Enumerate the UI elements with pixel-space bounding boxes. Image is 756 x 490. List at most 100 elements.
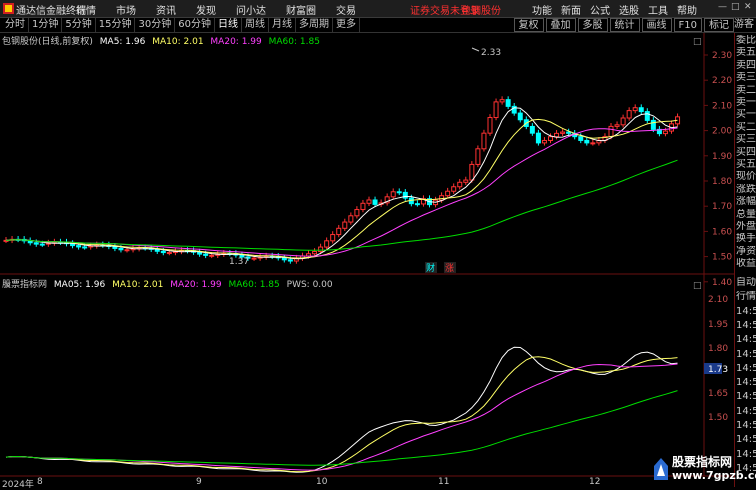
quote-field-0: 委比: [736, 35, 756, 46]
price-tick: 2.10: [712, 101, 732, 111]
tick-time-9: 14:50: [736, 405, 756, 417]
menu-item-0[interactable]: 行情: [76, 2, 96, 17]
minimize-icon[interactable]: —: [718, 3, 727, 12]
menu-item-5[interactable]: 财富圈: [286, 2, 316, 17]
candle-body: [662, 130, 668, 135]
ma-lines-layer: [5, 107, 678, 260]
quote-field-5: 卖一: [736, 97, 756, 108]
period-toolbar: 分时 1分钟 5分钟 15分钟 30分钟 60分钟 日线 周线 月线 多周期 更多 复权 叠加 多股 统计…: [0, 18, 756, 33]
period-tab-0[interactable]: 分时: [2, 18, 29, 32]
user-label[interactable]: 游客: [734, 18, 754, 32]
candle-body: [402, 191, 408, 199]
candle-body: [469, 163, 475, 181]
period-tab-8[interactable]: 月线: [269, 18, 296, 32]
sub-tick: 1.73: [708, 365, 728, 375]
candle-body: [348, 215, 354, 223]
candle-body: [330, 234, 336, 242]
quote-field-16: 换手: [736, 233, 756, 245]
candle-body: [493, 101, 499, 119]
menu-item-4[interactable]: 问小达: [236, 2, 266, 17]
period-tab-5[interactable]: 60分钟: [175, 18, 215, 32]
candle-body: [336, 227, 342, 236]
panel-max-icon[interactable]: □: [693, 37, 702, 47]
right-menu-item-0[interactable]: 功能: [532, 2, 552, 17]
right-menu-item-5[interactable]: 帮助: [677, 2, 697, 17]
candle-body: [463, 179, 469, 183]
candle-body: [451, 186, 457, 192]
candle-body: [566, 131, 572, 134]
price-tick: 1.90: [712, 152, 732, 162]
chart-grid: [0, 33, 734, 477]
price-tick: 1.40: [712, 278, 732, 288]
tool-tab-4[interactable]: 画线: [641, 18, 672, 32]
menu-item-6[interactable]: 交易: [336, 2, 356, 17]
period-tab-7[interactable]: 周线: [242, 18, 269, 32]
period-tab-4[interactable]: 30分钟: [135, 18, 176, 32]
candle-body: [626, 110, 632, 119]
candle-body: [33, 242, 39, 245]
candle-body: [251, 257, 257, 260]
period-tab-1[interactable]: 1分钟: [29, 18, 63, 32]
candlestick-chart[interactable]: 2.30 2.20 2.10 2.00 1.90 1.80 1.70 1.60 1.50 1.40…: [0, 33, 734, 487]
subpanel-max-icon[interactable]: □: [693, 281, 702, 291]
right-menu-item-3[interactable]: 选股: [619, 2, 639, 17]
main-menu: 行情 市场 资讯 发现 问小达 财富圈 交易: [76, 2, 376, 17]
watermark-logo-icon: [654, 458, 668, 480]
quote-field-4: 卖二: [736, 84, 756, 96]
tick-time-0: 自动: [736, 277, 756, 288]
candle-body: [396, 191, 402, 194]
tick-time-4: 14:50: [736, 334, 756, 346]
period-tab-9[interactable]: 多周期: [296, 18, 333, 32]
menu-item-2[interactable]: 资讯: [156, 2, 176, 17]
tool-tab-3[interactable]: 统计: [609, 18, 640, 32]
maximize-icon[interactable]: □: [731, 3, 740, 12]
tick-time-11: 14:50: [736, 434, 756, 446]
tool-tab-5[interactable]: F10: [673, 18, 702, 32]
tool-tab-6[interactable]: 标记: [704, 18, 734, 32]
tick-time-8: 14:50: [736, 391, 756, 403]
candle-body: [312, 251, 318, 255]
tool-tab-1[interactable]: 叠加: [545, 18, 576, 32]
x-label-year: 2024年: [2, 480, 34, 490]
sub-tick: 1.80: [708, 344, 728, 354]
quote-field-3: 卖三: [736, 72, 756, 84]
sub-tick: 1.65: [708, 389, 728, 399]
candle-body: [608, 125, 614, 138]
candle-body: [445, 190, 451, 197]
menu-item-3[interactable]: 发现: [196, 2, 216, 17]
sub-tick: 1.50: [708, 413, 728, 423]
close-icon[interactable]: ✕: [744, 3, 753, 12]
candle-body: [287, 259, 293, 262]
tool-tab-2[interactable]: 多股: [577, 18, 608, 32]
candle-body: [166, 252, 172, 255]
high-label: 2.33: [481, 48, 501, 58]
quote-field-18: 收益: [736, 258, 756, 270]
subpanel-close-icon[interactable]: ⊠: [4, 280, 11, 289]
right-menu-item-4[interactable]: 工具: [648, 2, 668, 17]
candle-body: [620, 117, 626, 126]
period-tab-10[interactable]: 更多: [333, 18, 360, 32]
period-tab-3[interactable]: 15分钟: [96, 18, 136, 32]
stock-name: 包钢股份: [461, 6, 501, 17]
quote-field-9: 买四: [736, 146, 756, 158]
candle-body: [481, 132, 487, 150]
x-label-12: 12: [589, 477, 601, 487]
candle-body: [76, 245, 82, 248]
candle-body: [414, 203, 420, 206]
period-tab-2[interactable]: 5分钟: [62, 18, 96, 32]
candle-body: [529, 125, 535, 134]
x-label-8: 8: [37, 477, 43, 487]
right-menu-item-2[interactable]: 公式: [590, 2, 610, 17]
candle-body: [614, 124, 620, 127]
sub-ma60-line: [5, 390, 678, 466]
price-tick: 2.00: [712, 127, 732, 137]
sub-ma5-line: [5, 346, 678, 473]
menu-item-1[interactable]: 市场: [116, 2, 136, 17]
period-tab-6[interactable]: 日线: [215, 18, 242, 32]
right-menu-item-1[interactable]: 新面: [561, 2, 581, 17]
date-axis: 2024年 8 9 10 11 12: [0, 477, 734, 490]
tick-time-2: 14:50: [736, 305, 756, 317]
candle-body: [487, 117, 493, 134]
tool-tab-0[interactable]: 复权: [513, 18, 544, 32]
quote-field-11: 现价: [736, 171, 756, 183]
